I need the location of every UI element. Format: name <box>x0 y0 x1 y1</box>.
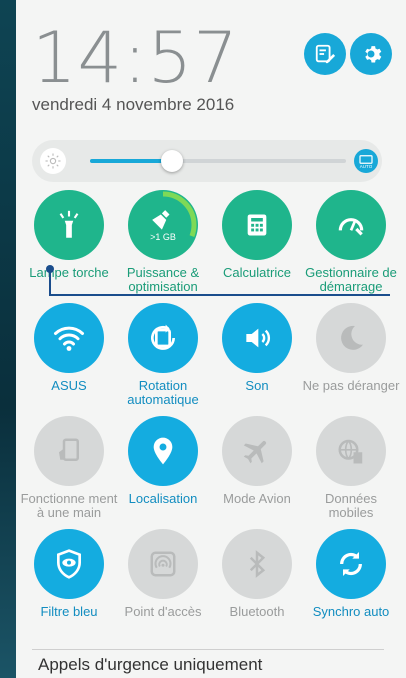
tile-speaker[interactable]: Son <box>207 303 307 393</box>
bluetooth-icon <box>242 549 272 579</box>
tile-eye-shield[interactable]: Filtre bleu <box>19 529 119 619</box>
brightness-sun-icon <box>40 148 66 174</box>
brightness-thumb[interactable] <box>160 150 183 172</box>
tile-calculator[interactable]: Calculatrice <box>207 190 307 280</box>
calculator-toggle[interactable] <box>222 190 292 260</box>
flashlight-toggle[interactable] <box>34 190 104 260</box>
tile-moon[interactable]: Ne pas déranger <box>301 303 401 393</box>
broom-toggle[interactable]: >1 GB <box>128 190 198 260</box>
rotation-toggle[interactable] <box>128 303 198 373</box>
gear-icon <box>365 46 382 63</box>
tile-label: Mode Avion <box>223 491 291 506</box>
sync-icon <box>335 548 367 580</box>
clock-time: 14:57 <box>32 17 239 99</box>
tile-label: Calculatrice <box>223 265 291 280</box>
tile-sync[interactable]: Synchro auto <box>301 529 401 619</box>
speaker-icon <box>241 322 273 354</box>
tile-one-hand[interactable]: Fonctionne ment à une main <box>19 416 119 520</box>
tile-hotspot[interactable]: Point d'accès <box>113 529 213 619</box>
tile-mobile-data[interactable]: Données mobiles <box>301 416 401 520</box>
tile-label: Gestionnaire de démarrage <box>305 265 397 294</box>
hotspot-icon <box>148 549 178 579</box>
tile-label: Rotation automatique <box>127 378 199 407</box>
background-edge <box>0 0 16 678</box>
wifi-toggle[interactable] <box>34 303 104 373</box>
emergency-calls-text: Appels d'urgence uniquement <box>38 655 263 674</box>
pointer-line-horizontal <box>49 294 390 296</box>
moon-icon <box>335 322 367 354</box>
brightness-slider[interactable] <box>90 150 346 172</box>
one-hand-toggle[interactable] <box>34 416 104 486</box>
tile-broom[interactable]: >1 GB Puissance & optimisation <box>113 190 213 294</box>
eye-shield-icon <box>53 548 85 580</box>
eye-shield-toggle[interactable] <box>34 529 104 599</box>
auto-brightness-button[interactable]: AUTO <box>354 149 378 173</box>
tile-label: Localisation <box>128 491 198 506</box>
moon-toggle[interactable] <box>316 303 386 373</box>
speedometer-toggle[interactable] <box>316 190 386 260</box>
tile-label: Bluetooth <box>229 604 285 619</box>
tile-location-pin[interactable]: Localisation <box>113 416 213 506</box>
tile-speedometer[interactable]: Gestionnaire de démarrage <box>301 190 401 294</box>
mobile-data-toggle[interactable] <box>316 416 386 486</box>
brightness-fill <box>90 159 172 163</box>
location-pin-toggle[interactable] <box>128 416 198 486</box>
airplane-icon <box>241 435 273 467</box>
auto-brightness-icon: AUTO <box>359 155 373 169</box>
tile-label: Lampe torche <box>29 265 109 280</box>
speedometer-icon <box>335 209 367 241</box>
tile-bluetooth[interactable]: Bluetooth <box>207 529 307 619</box>
tile-label: Données mobiles <box>324 491 378 520</box>
edit-list-icon <box>315 44 336 64</box>
tile-label: Son <box>245 378 269 393</box>
tile-wifi[interactable]: ASUS <box>19 303 119 393</box>
tile-label: Point d'accès <box>124 604 202 619</box>
tile-label: Filtre bleu <box>40 604 98 619</box>
sync-toggle[interactable] <box>316 529 386 599</box>
flashlight-icon <box>52 208 86 242</box>
edit-quick-settings-button[interactable] <box>304 33 346 75</box>
tile-label: Fonctionne ment à une main <box>20 491 118 520</box>
quick-settings-panel: 14:57 vendredi 4 novembre 2016 AUTO Lamp… <box>16 0 406 678</box>
speaker-toggle[interactable] <box>222 303 292 373</box>
tile-label: Synchro auto <box>312 604 390 619</box>
airplane-toggle[interactable] <box>222 416 292 486</box>
calculator-icon <box>243 211 271 239</box>
location-pin-icon <box>147 435 179 467</box>
svg-text:AUTO: AUTO <box>360 164 373 169</box>
tile-flashlight[interactable]: Lampe torche <box>19 190 119 280</box>
settings-button[interactable] <box>350 33 392 75</box>
tile-label: ASUS <box>51 378 87 393</box>
memory-ring <box>129 191 197 259</box>
tile-label: Ne pas déranger <box>302 378 400 393</box>
wifi-icon <box>51 320 87 356</box>
rotation-icon <box>147 322 179 354</box>
tile-label: Puissance & optimisation <box>126 265 200 294</box>
tile-airplane[interactable]: Mode Avion <box>207 416 307 506</box>
footer-divider <box>32 649 384 650</box>
brightness-bar: AUTO <box>32 140 382 182</box>
pointer-line-vertical <box>49 269 51 296</box>
bluetooth-toggle[interactable] <box>222 529 292 599</box>
mobile-data-icon <box>336 436 366 466</box>
hotspot-toggle[interactable] <box>128 529 198 599</box>
tile-rotation[interactable]: Rotation automatique <box>113 303 213 407</box>
clock-date: vendredi 4 novembre 2016 <box>32 95 235 114</box>
one-hand-icon <box>54 436 84 466</box>
